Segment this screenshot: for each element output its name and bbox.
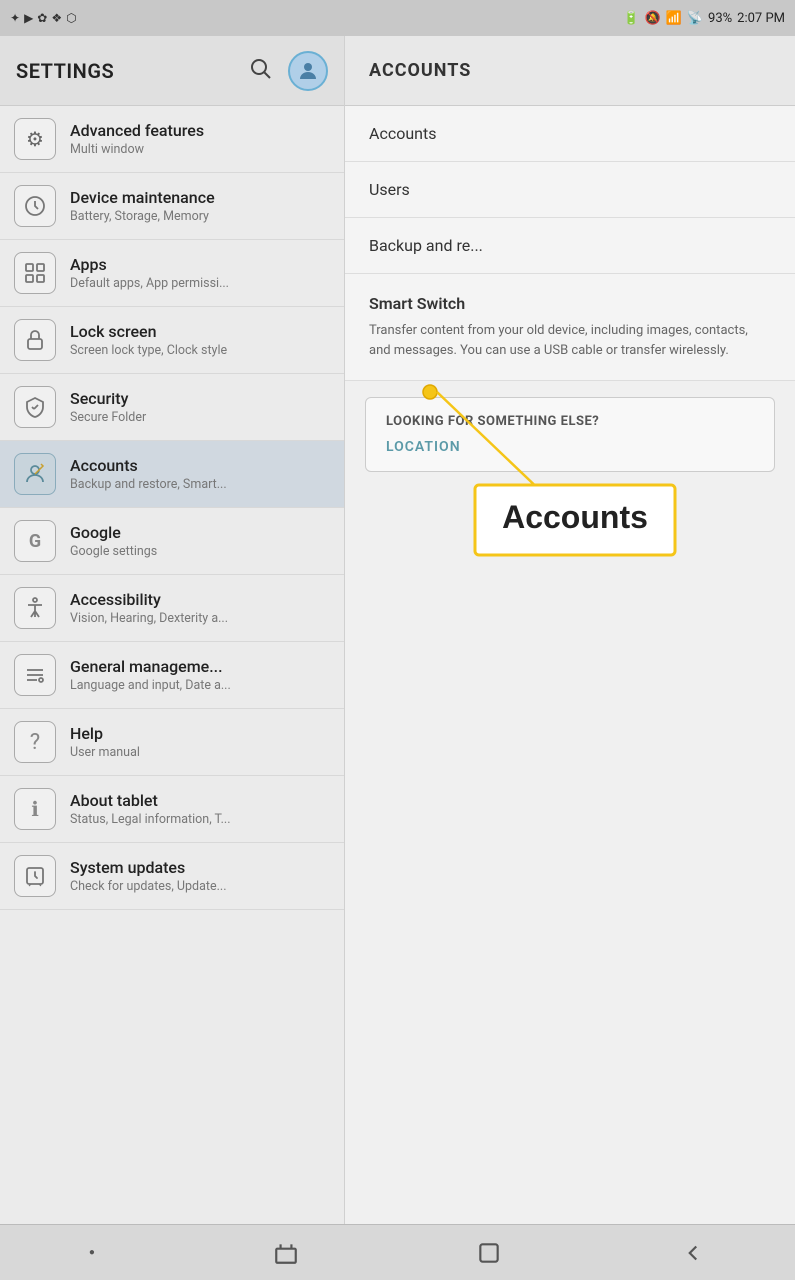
svg-text:Accounts: Accounts [502, 499, 648, 535]
sidebar-item-subtitle: Language and input, Date a... [70, 678, 231, 693]
security-icon [14, 386, 56, 428]
sidebar-item-subtitle: Battery, Storage, Memory [70, 209, 215, 224]
google-icon: G [14, 520, 56, 562]
right-menu-backup[interactable]: Backup and re... [345, 218, 795, 274]
time: 2:07 PM [737, 11, 785, 26]
sidebar-item-subtitle: Backup and restore, Smart... [70, 477, 227, 492]
sidebar-item-apps[interactable]: Apps Default apps, App permissi... [0, 240, 344, 307]
looking-for-title: LOOKING FOR SOMETHING ELSE? [386, 414, 754, 429]
sidebar-item-subtitle: Vision, Hearing, Dexterity a... [70, 611, 228, 626]
sidebar-item-subtitle: Screen lock type, Clock style [70, 343, 227, 358]
sidebar-list: ⚙ Advanced features Multi window Device … [0, 106, 344, 1224]
main-layout: SETTINGS ⚙ [0, 36, 795, 1224]
sidebar-item-google[interactable]: G Google Google settings [0, 508, 344, 575]
search-icon[interactable] [248, 56, 272, 86]
sidebar-item-title: Google [70, 523, 157, 542]
status-bar: ✦ ▶ ✿ ❖ ⬡ 🔋 🔕 📶 📡 93% 2:07 PM [0, 0, 795, 36]
right-panel-header: ACCOUNTS [345, 36, 795, 106]
smart-switch-description: Transfer content from your old device, i… [369, 321, 771, 360]
nav-home-button[interactable] [476, 1240, 502, 1266]
signal-icon: 📡 [687, 11, 703, 26]
status-icon-4: ❖ [51, 11, 62, 25]
sidebar-item-title: Security [70, 389, 146, 408]
avatar[interactable] [288, 51, 328, 91]
nav-bar: ● [0, 1224, 795, 1280]
sidebar-item-accounts[interactable]: Accounts Backup and restore, Smart... [0, 441, 344, 508]
battery-icon: 🔋 [623, 11, 639, 26]
sidebar-item-title: About tablet [70, 791, 231, 810]
right-panel-content: Accounts Users Backup and re... Smart Sw… [345, 106, 795, 1224]
smart-switch-title: Smart Switch [369, 294, 771, 313]
status-bar-right: 🔋 🔕 📶 📡 93% 2:07 PM [623, 11, 785, 26]
status-icon-1: ✦ [10, 11, 20, 25]
sidebar-header: SETTINGS [0, 36, 344, 106]
sidebar-item-lock-screen[interactable]: Lock screen Screen lock type, Clock styl… [0, 307, 344, 374]
sidebar-item-device-maintenance[interactable]: Device maintenance Battery, Storage, Mem… [0, 173, 344, 240]
right-menu-accounts-label: Accounts [369, 124, 436, 143]
sidebar-item-subtitle: Secure Folder [70, 410, 146, 425]
sidebar-item-title: Advanced features [70, 121, 204, 140]
sidebar-item-title: Help [70, 724, 140, 743]
sidebar-item-general-management[interactable]: General manageme... Language and input, … [0, 642, 344, 709]
sidebar-title: SETTINGS [16, 59, 114, 83]
system-updates-icon [14, 855, 56, 897]
right-panel: ACCOUNTS Accounts Users Backup and re...… [345, 36, 795, 1224]
dot-icon: ● [89, 1247, 95, 1258]
sidebar-item-about-tablet[interactable]: ℹ About tablet Status, Legal information… [0, 776, 344, 843]
apps-icon [14, 252, 56, 294]
sidebar-item-title: General manageme... [70, 657, 231, 676]
sidebar-item-subtitle: Status, Legal information, T... [70, 812, 231, 827]
sidebar-item-title: Lock screen [70, 322, 227, 341]
status-icon-2: ▶ [24, 11, 33, 25]
sidebar-item-subtitle: Google settings [70, 544, 157, 559]
sidebar-item-accessibility[interactable]: Accessibility Vision, Hearing, Dexterity… [0, 575, 344, 642]
sidebar-item-subtitle: Default apps, App permissi... [70, 276, 229, 291]
right-menu-backup-label: Backup and re... [369, 236, 483, 255]
right-menu-accounts[interactable]: Accounts [345, 106, 795, 162]
status-bar-left-icons: ✦ ▶ ✿ ❖ ⬡ [10, 11, 77, 25]
sidebar-item-title: Device maintenance [70, 188, 215, 207]
sidebar-item-advanced-features[interactable]: ⚙ Advanced features Multi window [0, 106, 344, 173]
sidebar-item-title: Apps [70, 255, 229, 274]
sidebar-item-title: Accounts [70, 456, 227, 475]
mute-icon: 🔕 [644, 11, 660, 26]
device-maintenance-icon [14, 185, 56, 227]
sidebar: SETTINGS ⚙ [0, 36, 345, 1224]
battery-percent: 93% [708, 11, 732, 26]
sidebar-item-system-updates[interactable]: System updates Check for updates, Update… [0, 843, 344, 910]
right-panel-title: ACCOUNTS [369, 60, 471, 81]
wifi-icon: 📶 [666, 11, 682, 26]
status-icon-3: ✿ [37, 11, 47, 25]
sidebar-item-subtitle: User manual [70, 745, 140, 760]
looking-for-link[interactable]: LOCATION [386, 439, 754, 455]
nav-dot: ● [89, 1247, 95, 1258]
right-menu-users[interactable]: Users [345, 162, 795, 218]
advanced-features-icon: ⚙ [14, 118, 56, 160]
help-icon: ? [14, 721, 56, 763]
lock-screen-icon [14, 319, 56, 361]
accessibility-icon [14, 587, 56, 629]
accounts-icon [14, 453, 56, 495]
nav-recent-button[interactable] [273, 1240, 299, 1266]
sidebar-header-icons [248, 51, 328, 91]
sidebar-item-subtitle: Check for updates, Update... [70, 879, 227, 894]
sidebar-item-title: Accessibility [70, 590, 228, 609]
smart-switch-section[interactable]: Smart Switch Transfer content from your … [345, 274, 795, 381]
nav-back-button[interactable] [680, 1240, 706, 1266]
sidebar-item-subtitle: Multi window [70, 142, 204, 157]
right-menu-users-label: Users [369, 180, 410, 199]
sidebar-item-security[interactable]: Security Secure Folder [0, 374, 344, 441]
about-tablet-icon: ℹ [14, 788, 56, 830]
looking-for-box: LOOKING FOR SOMETHING ELSE? LOCATION [365, 397, 775, 472]
general-management-icon [14, 654, 56, 696]
status-icon-5: ⬡ [66, 11, 76, 25]
sidebar-item-help[interactable]: ? Help User manual [0, 709, 344, 776]
sidebar-item-title: System updates [70, 858, 227, 877]
